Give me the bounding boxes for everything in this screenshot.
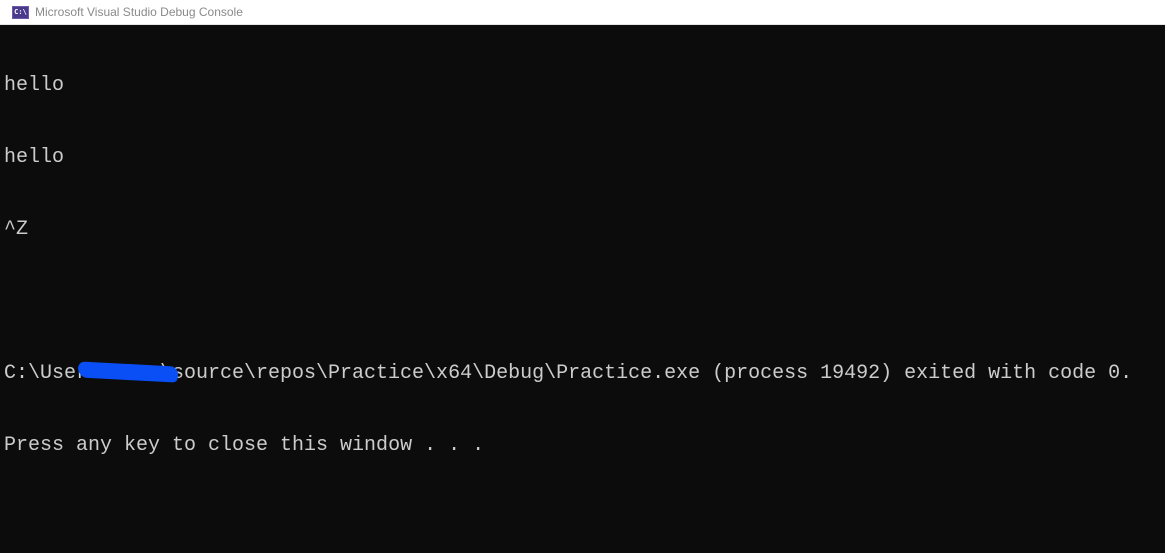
path-suffix: \source\repos\Practice\x64\Debug\Practic… (160, 362, 1133, 385)
output-line: ^Z (4, 218, 29, 241)
output-line: hello (4, 146, 65, 169)
console-output[interactable]: hello hello ^Z C:\Users \source\repos\Pra… (4, 26, 1165, 553)
redacted-username (100, 362, 160, 382)
title-bar[interactable]: C:\ Microsoft Visual Studio Debug Consol… (0, 0, 1165, 25)
close-prompt: Press any key to close this window . . . (4, 434, 485, 457)
output-line: hello (4, 74, 65, 97)
console-app-icon: C:\ (12, 5, 29, 19)
exit-message-line: C:\Users \source\repos\Practice\x64\Debug… (4, 362, 1165, 386)
window-title: Microsoft Visual Studio Debug Console (35, 5, 243, 19)
